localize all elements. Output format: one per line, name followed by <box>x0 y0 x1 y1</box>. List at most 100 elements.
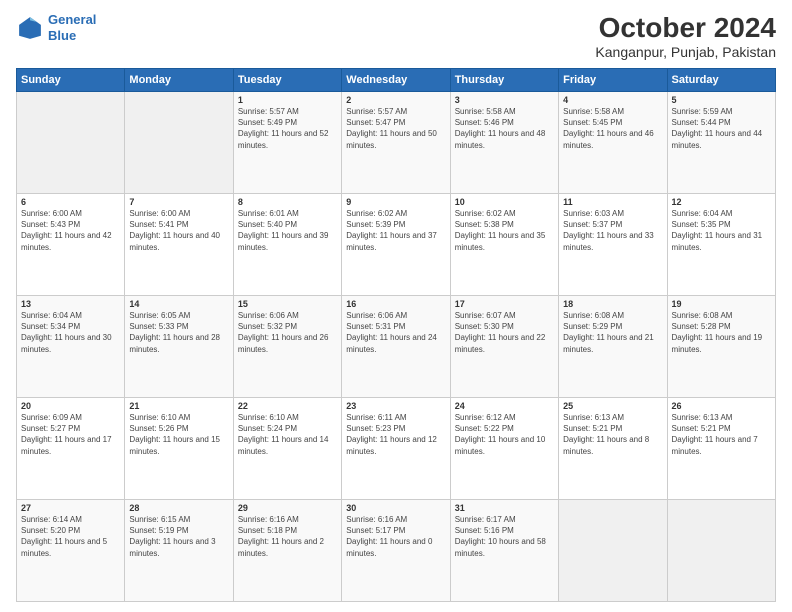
day-number: 22 <box>238 401 337 411</box>
calendar-body: 1Sunrise: 5:57 AM Sunset: 5:49 PM Daylig… <box>17 92 776 602</box>
weekday-row: SundayMondayTuesdayWednesdayThursdayFrid… <box>17 69 776 92</box>
day-info: Sunrise: 6:05 AM Sunset: 5:33 PM Dayligh… <box>129 310 228 355</box>
day-info: Sunrise: 6:17 AM Sunset: 5:16 PM Dayligh… <box>455 514 554 559</box>
calendar-day-cell <box>125 92 233 194</box>
day-number: 7 <box>129 197 228 207</box>
day-info: Sunrise: 6:13 AM Sunset: 5:21 PM Dayligh… <box>563 412 662 457</box>
calendar-day-cell: 27Sunrise: 6:14 AM Sunset: 5:20 PM Dayli… <box>17 500 125 602</box>
weekday-header: Tuesday <box>233 69 341 92</box>
calendar-week-row: 27Sunrise: 6:14 AM Sunset: 5:20 PM Dayli… <box>17 500 776 602</box>
day-info: Sunrise: 5:57 AM Sunset: 5:49 PM Dayligh… <box>238 106 337 151</box>
day-info: Sunrise: 6:16 AM Sunset: 5:17 PM Dayligh… <box>346 514 445 559</box>
day-info: Sunrise: 6:14 AM Sunset: 5:20 PM Dayligh… <box>21 514 120 559</box>
calendar-day-cell: 18Sunrise: 6:08 AM Sunset: 5:29 PM Dayli… <box>559 296 667 398</box>
page-subtitle: Kanganpur, Punjab, Pakistan <box>595 44 776 60</box>
calendar-day-cell <box>667 500 775 602</box>
day-number: 16 <box>346 299 445 309</box>
day-number: 14 <box>129 299 228 309</box>
day-info: Sunrise: 6:07 AM Sunset: 5:30 PM Dayligh… <box>455 310 554 355</box>
calendar-day-cell: 14Sunrise: 6:05 AM Sunset: 5:33 PM Dayli… <box>125 296 233 398</box>
day-number: 25 <box>563 401 662 411</box>
calendar-day-cell: 13Sunrise: 6:04 AM Sunset: 5:34 PM Dayli… <box>17 296 125 398</box>
calendar-day-cell: 4Sunrise: 5:58 AM Sunset: 5:45 PM Daylig… <box>559 92 667 194</box>
calendar-day-cell: 16Sunrise: 6:06 AM Sunset: 5:31 PM Dayli… <box>342 296 450 398</box>
calendar-day-cell: 7Sunrise: 6:00 AM Sunset: 5:41 PM Daylig… <box>125 194 233 296</box>
day-number: 28 <box>129 503 228 513</box>
logo-icon <box>16 14 44 42</box>
day-info: Sunrise: 6:06 AM Sunset: 5:31 PM Dayligh… <box>346 310 445 355</box>
day-number: 31 <box>455 503 554 513</box>
day-number: 27 <box>21 503 120 513</box>
day-info: Sunrise: 6:02 AM Sunset: 5:39 PM Dayligh… <box>346 208 445 253</box>
calendar-day-cell <box>17 92 125 194</box>
calendar-day-cell: 6Sunrise: 6:00 AM Sunset: 5:43 PM Daylig… <box>17 194 125 296</box>
calendar-day-cell: 23Sunrise: 6:11 AM Sunset: 5:23 PM Dayli… <box>342 398 450 500</box>
day-info: Sunrise: 6:15 AM Sunset: 5:19 PM Dayligh… <box>129 514 228 559</box>
calendar-day-cell: 1Sunrise: 5:57 AM Sunset: 5:49 PM Daylig… <box>233 92 341 194</box>
day-number: 29 <box>238 503 337 513</box>
day-info: Sunrise: 6:02 AM Sunset: 5:38 PM Dayligh… <box>455 208 554 253</box>
day-number: 8 <box>238 197 337 207</box>
calendar-day-cell: 26Sunrise: 6:13 AM Sunset: 5:21 PM Dayli… <box>667 398 775 500</box>
calendar-day-cell: 31Sunrise: 6:17 AM Sunset: 5:16 PM Dayli… <box>450 500 558 602</box>
day-info: Sunrise: 6:04 AM Sunset: 5:34 PM Dayligh… <box>21 310 120 355</box>
calendar-day-cell: 15Sunrise: 6:06 AM Sunset: 5:32 PM Dayli… <box>233 296 341 398</box>
day-number: 17 <box>455 299 554 309</box>
day-info: Sunrise: 6:13 AM Sunset: 5:21 PM Dayligh… <box>672 412 771 457</box>
logo-text: General Blue <box>48 12 96 43</box>
page: General Blue October 2024 Kanganpur, Pun… <box>0 0 792 612</box>
day-info: Sunrise: 6:04 AM Sunset: 5:35 PM Dayligh… <box>672 208 771 253</box>
calendar-week-row: 6Sunrise: 6:00 AM Sunset: 5:43 PM Daylig… <box>17 194 776 296</box>
day-info: Sunrise: 6:08 AM Sunset: 5:28 PM Dayligh… <box>672 310 771 355</box>
weekday-header: Monday <box>125 69 233 92</box>
day-info: Sunrise: 6:10 AM Sunset: 5:24 PM Dayligh… <box>238 412 337 457</box>
calendar-day-cell: 3Sunrise: 5:58 AM Sunset: 5:46 PM Daylig… <box>450 92 558 194</box>
calendar-day-cell: 8Sunrise: 6:01 AM Sunset: 5:40 PM Daylig… <box>233 194 341 296</box>
calendar-table: SundayMondayTuesdayWednesdayThursdayFrid… <box>16 68 776 602</box>
calendar-day-cell: 25Sunrise: 6:13 AM Sunset: 5:21 PM Dayli… <box>559 398 667 500</box>
day-info: Sunrise: 5:58 AM Sunset: 5:46 PM Dayligh… <box>455 106 554 151</box>
calendar-day-cell: 30Sunrise: 6:16 AM Sunset: 5:17 PM Dayli… <box>342 500 450 602</box>
day-info: Sunrise: 5:57 AM Sunset: 5:47 PM Dayligh… <box>346 106 445 151</box>
weekday-header: Sunday <box>17 69 125 92</box>
calendar-day-cell: 9Sunrise: 6:02 AM Sunset: 5:39 PM Daylig… <box>342 194 450 296</box>
title-section: October 2024 Kanganpur, Punjab, Pakistan <box>595 12 776 60</box>
day-info: Sunrise: 6:16 AM Sunset: 5:18 PM Dayligh… <box>238 514 337 559</box>
day-number: 21 <box>129 401 228 411</box>
calendar-week-row: 20Sunrise: 6:09 AM Sunset: 5:27 PM Dayli… <box>17 398 776 500</box>
day-number: 30 <box>346 503 445 513</box>
day-info: Sunrise: 6:00 AM Sunset: 5:41 PM Dayligh… <box>129 208 228 253</box>
day-number: 13 <box>21 299 120 309</box>
weekday-header: Saturday <box>667 69 775 92</box>
day-number: 26 <box>672 401 771 411</box>
logo: General Blue <box>16 12 96 43</box>
day-info: Sunrise: 6:09 AM Sunset: 5:27 PM Dayligh… <box>21 412 120 457</box>
day-number: 15 <box>238 299 337 309</box>
day-info: Sunrise: 6:00 AM Sunset: 5:43 PM Dayligh… <box>21 208 120 253</box>
day-number: 1 <box>238 95 337 105</box>
calendar-day-cell: 11Sunrise: 6:03 AM Sunset: 5:37 PM Dayli… <box>559 194 667 296</box>
day-info: Sunrise: 6:10 AM Sunset: 5:26 PM Dayligh… <box>129 412 228 457</box>
calendar-day-cell: 28Sunrise: 6:15 AM Sunset: 5:19 PM Dayli… <box>125 500 233 602</box>
weekday-header: Thursday <box>450 69 558 92</box>
day-number: 4 <box>563 95 662 105</box>
page-title: October 2024 <box>595 12 776 44</box>
day-number: 9 <box>346 197 445 207</box>
calendar-day-cell <box>559 500 667 602</box>
calendar-day-cell: 2Sunrise: 5:57 AM Sunset: 5:47 PM Daylig… <box>342 92 450 194</box>
calendar-day-cell: 29Sunrise: 6:16 AM Sunset: 5:18 PM Dayli… <box>233 500 341 602</box>
day-number: 23 <box>346 401 445 411</box>
day-number: 11 <box>563 197 662 207</box>
calendar-day-cell: 12Sunrise: 6:04 AM Sunset: 5:35 PM Dayli… <box>667 194 775 296</box>
day-info: Sunrise: 6:12 AM Sunset: 5:22 PM Dayligh… <box>455 412 554 457</box>
calendar-week-row: 13Sunrise: 6:04 AM Sunset: 5:34 PM Dayli… <box>17 296 776 398</box>
day-number: 10 <box>455 197 554 207</box>
day-info: Sunrise: 5:59 AM Sunset: 5:44 PM Dayligh… <box>672 106 771 151</box>
calendar-day-cell: 5Sunrise: 5:59 AM Sunset: 5:44 PM Daylig… <box>667 92 775 194</box>
day-number: 20 <box>21 401 120 411</box>
header: General Blue October 2024 Kanganpur, Pun… <box>16 12 776 60</box>
day-number: 24 <box>455 401 554 411</box>
calendar-day-cell: 21Sunrise: 6:10 AM Sunset: 5:26 PM Dayli… <box>125 398 233 500</box>
day-info: Sunrise: 5:58 AM Sunset: 5:45 PM Dayligh… <box>563 106 662 151</box>
calendar-day-cell: 22Sunrise: 6:10 AM Sunset: 5:24 PM Dayli… <box>233 398 341 500</box>
